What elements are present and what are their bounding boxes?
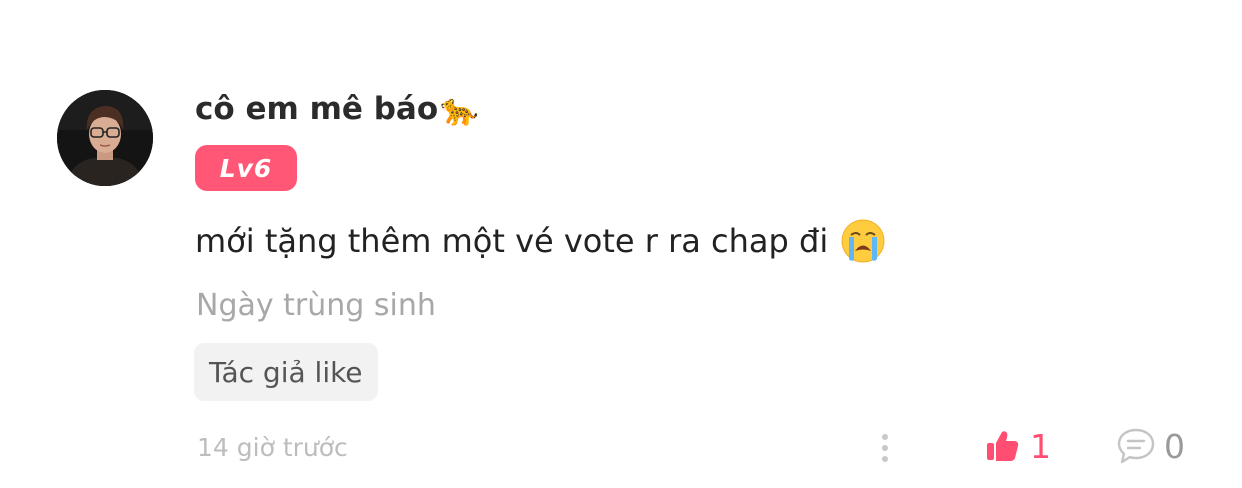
username-text: cô em mê báo — [195, 91, 439, 127]
like-count: 1 — [1030, 426, 1051, 466]
author-like-tag: Tác giả like — [194, 343, 378, 401]
chapter-reference[interactable]: Ngày trùng sinh — [196, 283, 436, 327]
username[interactable]: cô em mê báo 🐆 — [195, 86, 479, 132]
leopard-icon: 🐆 — [440, 91, 479, 128]
reply-button[interactable]: 0 — [1116, 424, 1185, 468]
like-button[interactable]: 1 — [984, 424, 1051, 468]
level-badge: Lv6 — [195, 145, 297, 191]
avatar[interactable] — [57, 90, 153, 186]
thumbs-up-icon — [987, 431, 1019, 461]
more-options-button[interactable] — [872, 428, 898, 468]
reply-count: 0 — [1164, 426, 1185, 466]
avatar-photo — [57, 90, 153, 186]
vertical-dots-icon — [882, 434, 888, 462]
timestamp: 14 giờ trước — [197, 432, 348, 462]
speech-bubble-icon — [1117, 428, 1155, 464]
comment-card: cô em mê báo 🐆 Lv6 mới tặng thêm một vé v… — [0, 0, 1242, 488]
crying-face-icon — [840, 218, 886, 264]
comment-body: mới tặng thêm một vé vote r ra chap đi — [195, 216, 886, 266]
comment-text: mới tặng thêm một vé vote r ra chap đi — [195, 222, 829, 260]
